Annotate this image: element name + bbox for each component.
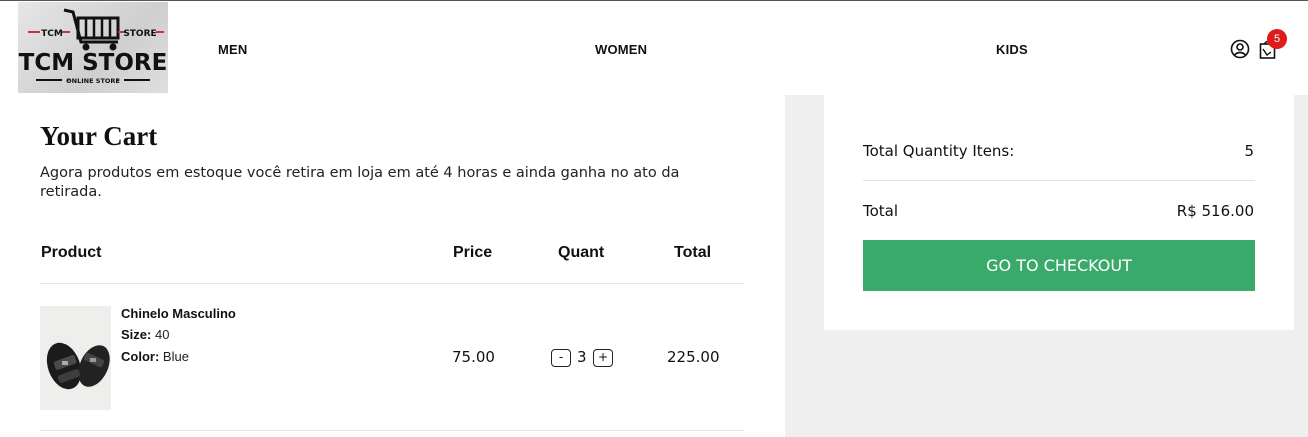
nav-item-men[interactable]: MEN [218,42,248,57]
table-divider [40,283,744,284]
summary-divider [863,180,1255,181]
cart-description: Agora produtos em estoque você retira em… [40,165,680,200]
product-name[interactable]: Chinelo Masculino [121,306,236,321]
order-total-label: Total [863,202,899,220]
page: TCM STORE TCM STORE ONLINE STORE MEN WOM… [0,0,1308,437]
product-size-label: Size: [121,327,152,342]
nav-item-kids[interactable]: KIDS [996,42,1028,57]
column-header-quant: Quant [558,244,605,261]
product-total: 225.00 [667,348,720,366]
quantity-increment-button[interactable]: + [593,349,613,367]
logo-top-right-text: STORE [123,29,156,39]
column-header-product: Product [41,244,102,261]
product-color: Color: Blue [121,349,189,364]
product-price: 75.00 [452,348,495,366]
order-total-value: R$ 516.00 [1176,202,1254,220]
product-color-label: Color: [121,349,160,364]
nav-item-women[interactable]: WOMEN [595,42,647,57]
column-header-price: Price [453,244,493,261]
total-quantity-label: Total Quantity Itens: [863,142,1015,160]
logo-top-left-text: TCM [41,29,63,39]
product-size-value: 40 [154,327,170,342]
product-color-value: Blue [162,349,189,364]
cart-title: Your Cart [40,121,158,151]
column-header-total: Total [674,244,712,261]
checkout-button[interactable]: GO TO CHECKOUT [863,240,1255,291]
logo-sub-text: ONLINE STORE [66,77,120,85]
cart-count-badge: 5 [1267,29,1287,49]
quantity-value: 3 [577,348,587,366]
store-logo[interactable]: TCM STORE TCM STORE ONLINE STORE [18,2,168,93]
user-icon[interactable] [1229,38,1251,60]
table-divider [40,430,744,431]
quantity-decrement-button[interactable]: - [551,349,571,367]
cart-logo-icon: TCM STORE TCM STORE ONLINE STORE [19,8,168,85]
product-size: Size: 40 [121,327,169,342]
total-quantity-value: 5 [1244,142,1254,160]
product-image[interactable] [40,306,111,410]
logo-main-text: TCM STORE [19,50,168,76]
header: TCM STORE TCM STORE ONLINE STORE MEN WOM… [0,2,1308,94]
